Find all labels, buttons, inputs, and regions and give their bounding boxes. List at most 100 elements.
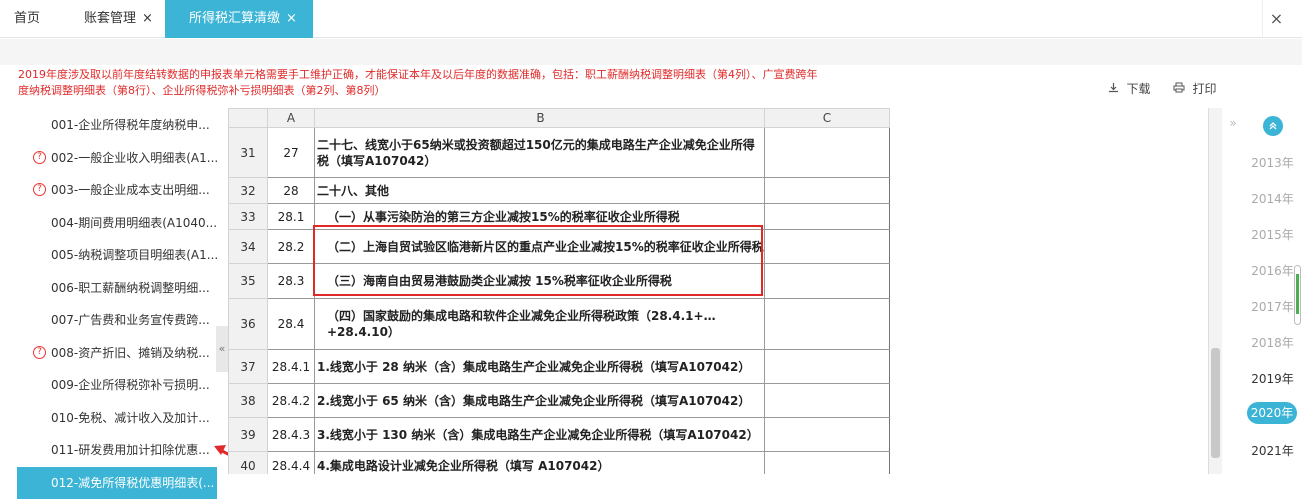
cell-b: 2.线宽小于 65 纳米（含）集成电路生产企业减免企业所得税（填写A107042… — [314, 383, 765, 418]
print-button[interactable]: 打印 — [1173, 80, 1217, 97]
year-item[interactable]: 2013年 — [1243, 154, 1302, 171]
warning-icon: ? — [33, 150, 46, 164]
year-scrollbar-thumb[interactable] — [1296, 274, 1299, 314]
cell-b: （四）国家鼓励的集成电路和软件企业减免企业所得税政策（28.4.1+…+28.4… — [314, 298, 765, 350]
year-item[interactable]: 2014年 — [1243, 190, 1302, 207]
sidebar-item[interactable]: 010-免税、减计收入及加计... — [0, 402, 218, 434]
empty-area — [889, 451, 1190, 474]
sidebar-item[interactable]: 005-纳税调整项目明细表(A1... — [0, 239, 218, 271]
row-number: 32 — [228, 177, 268, 204]
tab-income-tax-settlement[interactable]: 所得税汇算清缴 × — [165, 0, 313, 38]
sidebar-item-label: 008-资产折旧、摊销及纳税... — [51, 345, 210, 360]
year-item[interactable]: 2018年 — [1243, 334, 1302, 351]
sidebar-item-label: 005-纳税调整项目明细表(A1... — [51, 248, 218, 262]
cell-c[interactable] — [764, 383, 890, 418]
table-row: 40 28.4.4 4.集成电路设计业减免企业所得税（填写 A107042） — [228, 451, 1190, 474]
cell-a: 28.4 — [267, 298, 315, 350]
table-row: 36 28.4 （四）国家鼓励的集成电路和软件企业减免企业所得税政策（28.4.1+… — [228, 298, 1190, 350]
sidebar-item-label: 006-职工薪酬纳税调整明细... — [51, 280, 210, 295]
sidebar-item-label: 001-企业所得税年度纳税申... — [51, 118, 210, 132]
empty-area — [889, 108, 1190, 128]
year-scrollbar[interactable] — [1294, 265, 1301, 325]
sidebar-item[interactable]: 011-研发费用加计扣除优惠... — [0, 434, 218, 466]
year-item[interactable]: 2019年 — [1243, 370, 1302, 387]
cell-b: 3.线宽小于 130 纳米（含）集成电路生产企业减免企业所得税（填写A10704… — [314, 417, 765, 452]
column-header-a[interactable]: A — [267, 108, 315, 128]
tab-home[interactable]: 首页 — [14, 0, 40, 38]
row-number: 40 — [228, 451, 268, 474]
scrollbar-thumb[interactable] — [1211, 348, 1220, 458]
collapse-year-panel-icon[interactable]: » — [1224, 108, 1242, 138]
cell-c[interactable] — [764, 417, 890, 452]
cell-a: 28 — [267, 177, 315, 204]
year-item[interactable]: 2015年 — [1243, 226, 1302, 243]
column-header-row: A B C — [228, 108, 1190, 128]
corner-cell — [228, 108, 268, 128]
cell-a: 28.4.2 — [267, 383, 315, 418]
empty-area — [889, 298, 1190, 350]
row-number: 37 — [228, 349, 268, 384]
sidebar-item[interactable]: 009-企业所得税弥补亏损明... — [0, 369, 218, 401]
sidebar-item-label: 011-研发费用加计扣除优惠... — [51, 443, 210, 457]
row-number: 36 — [228, 298, 268, 350]
year-item[interactable]: 2021年 — [1243, 442, 1302, 459]
cell-b: 二十七、线宽小于65纳米或投资额超过150亿元的集成电路生产企业减免企业所得税（… — [314, 127, 765, 178]
sidebar-item[interactable]: ? 008-资产折旧、摊销及纳税... — [0, 337, 218, 369]
warning-icon: ? — [33, 183, 46, 196]
sidebar-item[interactable]: 012-减免所得税优惠明细表(... — [17, 466, 217, 499]
cell-c[interactable] — [764, 263, 890, 299]
column-header-c[interactable]: C — [764, 108, 890, 128]
sheet-vertical-scrollbar[interactable] — [1208, 108, 1222, 474]
sidebar-item[interactable]: 001-企业所得税年度纳税申... — [0, 109, 218, 141]
printer-icon — [1173, 82, 1189, 96]
table-row: 37 28.4.1 1.线宽小于 28 纳米（含）集成电路生产企业减免企业所得税（填… — [228, 349, 1190, 384]
cell-c[interactable] — [764, 229, 890, 264]
download-button[interactable]: 下载 — [1108, 80, 1151, 97]
download-label: 下载 — [1126, 82, 1151, 96]
cell-a: 28.3 — [267, 263, 315, 299]
tab-account-label: 账套管理 — [84, 11, 137, 26]
sidebar-item[interactable]: ? 002-一般企业收入明细表(A1... — [0, 142, 218, 174]
close-icon[interactable]: × — [286, 11, 297, 26]
cell-c[interactable] — [764, 349, 890, 384]
cell-a: 28.4.4 — [267, 451, 315, 474]
sidebar-item-label: 007-广告费和业务宣传费跨... — [51, 313, 210, 327]
row-number: 39 — [228, 417, 268, 452]
window-close-icon[interactable]: × — [1262, 0, 1290, 38]
empty-area — [889, 263, 1190, 299]
empty-area — [889, 229, 1190, 264]
cell-a: 28.2 — [267, 229, 315, 264]
tab-account-management[interactable]: 账套管理 × — [84, 0, 153, 38]
sidebar-item[interactable]: ? 003-一般企业成本支出明细... — [0, 174, 218, 206]
year-item[interactable]: 2020年 — [1247, 402, 1297, 424]
cell-c[interactable] — [764, 203, 890, 230]
cell-b: 二十八、其他 — [314, 177, 765, 204]
collapse-sidebar-handle[interactable]: « — [216, 326, 228, 372]
table-row: 31 27 二十七、线宽小于65纳米或投资额超过150亿元的集成电路生产企业减免企业… — [228, 127, 1190, 178]
divider-strip — [0, 39, 1302, 65]
sidebar-item[interactable]: 004-期间费用明细表(A1040... — [0, 207, 218, 239]
print-label: 打印 — [1192, 82, 1217, 96]
cell-b: 1.线宽小于 28 纳米（含）集成电路生产企业减免企业所得税（填写A107042… — [314, 349, 765, 384]
row-number: 31 — [228, 127, 268, 178]
table-row: 32 28 二十八、其他 — [228, 177, 1190, 204]
cell-a: 28.4.1 — [267, 349, 315, 384]
cell-c[interactable] — [764, 451, 890, 474]
table-row: 39 28.4.3 3.线宽小于 130 纳米（含）集成电路生产企业减免企业所得税（… — [228, 417, 1190, 452]
sidebar-item-label: 004-期间费用明细表(A1040... — [51, 215, 218, 230]
table-row: 34 28.2 （二）上海自贸试验区临港新片区的重点产业企业减按15%的税率征收企业… — [228, 229, 1190, 264]
sidebar-item[interactable]: 006-职工薪酬纳税调整明细... — [0, 272, 218, 304]
close-icon[interactable]: × — [142, 11, 153, 26]
cell-c[interactable] — [764, 177, 890, 204]
row-number: 34 — [228, 229, 268, 264]
cell-c[interactable] — [764, 298, 890, 350]
column-header-b[interactable]: B — [314, 108, 765, 128]
scroll-up-icon[interactable] — [1263, 116, 1283, 136]
download-icon — [1108, 83, 1123, 96]
sidebar-item-label: 009-企业所得税弥补亏损明... — [51, 378, 210, 392]
cell-a: 28.4.3 — [267, 417, 315, 452]
sidebar-item[interactable]: 007-广告费和业务宣传费跨... — [0, 304, 218, 336]
cell-c[interactable] — [764, 127, 890, 178]
empty-area — [889, 349, 1190, 384]
tab-home-label: 首页 — [14, 11, 41, 26]
